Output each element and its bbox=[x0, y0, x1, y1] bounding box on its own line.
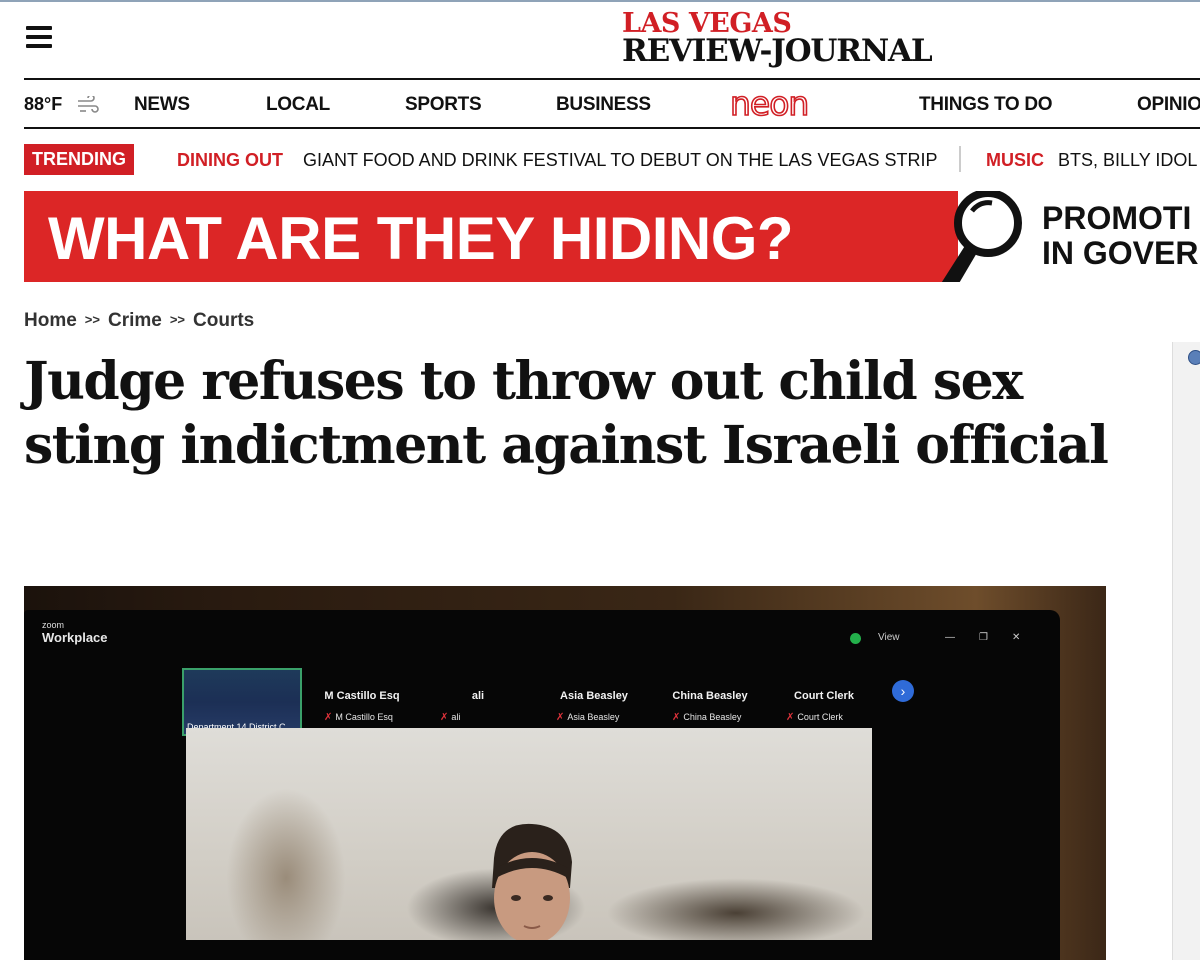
restore-icon: ❐ bbox=[979, 632, 988, 643]
muted-mic-icon: ✗ bbox=[556, 712, 565, 723]
photo-monitor: zoom Workplace View — ❐ ✕ Department 14 … bbox=[24, 610, 1060, 960]
video-blur bbox=[606, 878, 866, 940]
right-sidebar bbox=[1172, 342, 1200, 960]
browser-top-edge bbox=[0, 0, 1200, 2]
zoom-view-label: View bbox=[878, 632, 900, 643]
muted-mic-icon: ✗ bbox=[440, 712, 449, 723]
participant-sub: ✗ Court Clerk bbox=[786, 712, 843, 723]
participant-tile: ali ✗ ali bbox=[420, 668, 536, 730]
participant-sub: ✗ China Beasley bbox=[672, 712, 741, 723]
chevron-right-icon: › bbox=[892, 680, 914, 702]
participant-sub: ✗ ali bbox=[440, 712, 460, 723]
participant-name: Asia Beasley bbox=[560, 690, 628, 702]
breadcrumb-home[interactable]: Home bbox=[24, 310, 77, 331]
breadcrumb-courts[interactable]: Courts bbox=[193, 310, 254, 331]
participant-name: M Castillo Esq bbox=[324, 690, 400, 702]
article-headline: Judge refuses to throw out child sex sti… bbox=[24, 351, 1109, 476]
trending-headline[interactable]: GIANT FOOD AND DRINK FESTIVAL TO DEBUT O… bbox=[303, 150, 937, 171]
breadcrumb-separator: >> bbox=[84, 312, 100, 327]
trending-category[interactable]: DINING OUT bbox=[177, 150, 283, 171]
magnifying-glass-icon bbox=[928, 191, 1022, 282]
ad-promo-line-1: PROMOTI bbox=[1042, 200, 1192, 236]
muted-mic-icon: ✗ bbox=[786, 712, 795, 723]
participant-name: ali bbox=[471, 690, 485, 702]
weather-temperature[interactable]: 88°F bbox=[24, 94, 62, 115]
nav-local[interactable]: LOCAL bbox=[266, 94, 330, 116]
participant-strip: M Castillo Esq ✗ M Castillo Esq ali ✗ ali … bbox=[182, 668, 882, 730]
participant-sub-name: M Castillo Esq bbox=[335, 712, 393, 722]
logo-line-2: REVIEW-JOURNAL bbox=[622, 33, 933, 69]
muted-mic-icon: ✗ bbox=[672, 712, 681, 723]
nav-bottom-rule bbox=[24, 127, 1200, 129]
participant-sub-name: Asia Beasley bbox=[567, 712, 620, 722]
zoom-app-label: zoom bbox=[42, 620, 65, 630]
active-video-feed bbox=[186, 728, 872, 940]
main-nav: 88°F NEWS LOCAL SPORTS BUSINESS neon THI… bbox=[24, 80, 1200, 128]
nav-news[interactable]: NEWS bbox=[134, 94, 190, 116]
shield-icon bbox=[1188, 350, 1200, 365]
participant-sub: ✗ Asia Beasley bbox=[556, 712, 619, 723]
participant-tile: Court Clerk ✗ Court Clerk bbox=[766, 668, 882, 730]
nav-neon[interactable]: neon bbox=[729, 83, 810, 124]
muted-mic-icon: ✗ bbox=[324, 712, 333, 723]
breadcrumb-crime[interactable]: Crime bbox=[108, 310, 162, 331]
close-icon: ✕ bbox=[1012, 632, 1021, 643]
nav-things-to-do[interactable]: THINGS TO DO bbox=[919, 94, 1053, 116]
participant-tile: M Castillo Esq ✗ M Castillo Esq bbox=[304, 668, 420, 730]
ad-promo-text: PROMOTI IN GOVER bbox=[1042, 201, 1198, 271]
advertisement-banner[interactable]: WHAT ARE THEY HIDING? PROMOTI IN GOVER bbox=[24, 191, 1200, 282]
zoom-security-icon bbox=[850, 633, 861, 644]
breadcrumb-separator: >> bbox=[169, 312, 186, 327]
breadcrumb: Home >> Crime >> Courts bbox=[24, 310, 254, 332]
participant-tile: Asia Beasley ✗ Asia Beasley bbox=[536, 668, 652, 730]
participant-name: Court Clerk bbox=[794, 690, 854, 702]
ad-promo-line-2: IN GOVER bbox=[1042, 235, 1199, 271]
trending-category[interactable]: MUSIC bbox=[986, 150, 1044, 171]
nav-sports[interactable]: SPORTS bbox=[405, 94, 482, 116]
participant-sub-name: Court Clerk bbox=[797, 712, 843, 722]
trending-divider bbox=[959, 146, 961, 172]
participant-tile: China Beasley ✗ China Beasley bbox=[652, 668, 768, 730]
participant-sub-name: ali bbox=[451, 712, 461, 722]
hamburger-menu-icon[interactable] bbox=[26, 26, 52, 48]
zoom-app-name: Workplace bbox=[42, 630, 108, 645]
site-logo[interactable]: LAS VEGAS REVIEW-JOURNAL bbox=[622, 10, 982, 70]
trending-badge: TRENDING bbox=[24, 144, 134, 175]
participant-sub-name: China Beasley bbox=[683, 712, 742, 722]
ad-red-panel: WHAT ARE THEY HIDING? bbox=[24, 191, 946, 282]
nav-opinion[interactable]: OPINIO bbox=[1137, 94, 1200, 116]
trending-headline[interactable]: BTS, BILLY IDOL S bbox=[1058, 150, 1200, 171]
nav-business[interactable]: BUSINESS bbox=[556, 94, 651, 116]
participant-name: China Beasley bbox=[672, 690, 748, 702]
wind-icon bbox=[78, 96, 99, 113]
article-photo[interactable]: zoom Workplace View — ❐ ✕ Department 14 … bbox=[24, 586, 1106, 960]
video-blur bbox=[226, 788, 346, 940]
minimize-icon: — bbox=[945, 632, 955, 643]
trending-bar: TRENDING DINING OUT GIANT FOOD AND DRINK… bbox=[24, 142, 1200, 176]
person-in-video bbox=[492, 823, 572, 940]
participant-sub: ✗ M Castillo Esq bbox=[324, 712, 393, 723]
ad-headline: WHAT ARE THEY HIDING? bbox=[48, 205, 794, 272]
